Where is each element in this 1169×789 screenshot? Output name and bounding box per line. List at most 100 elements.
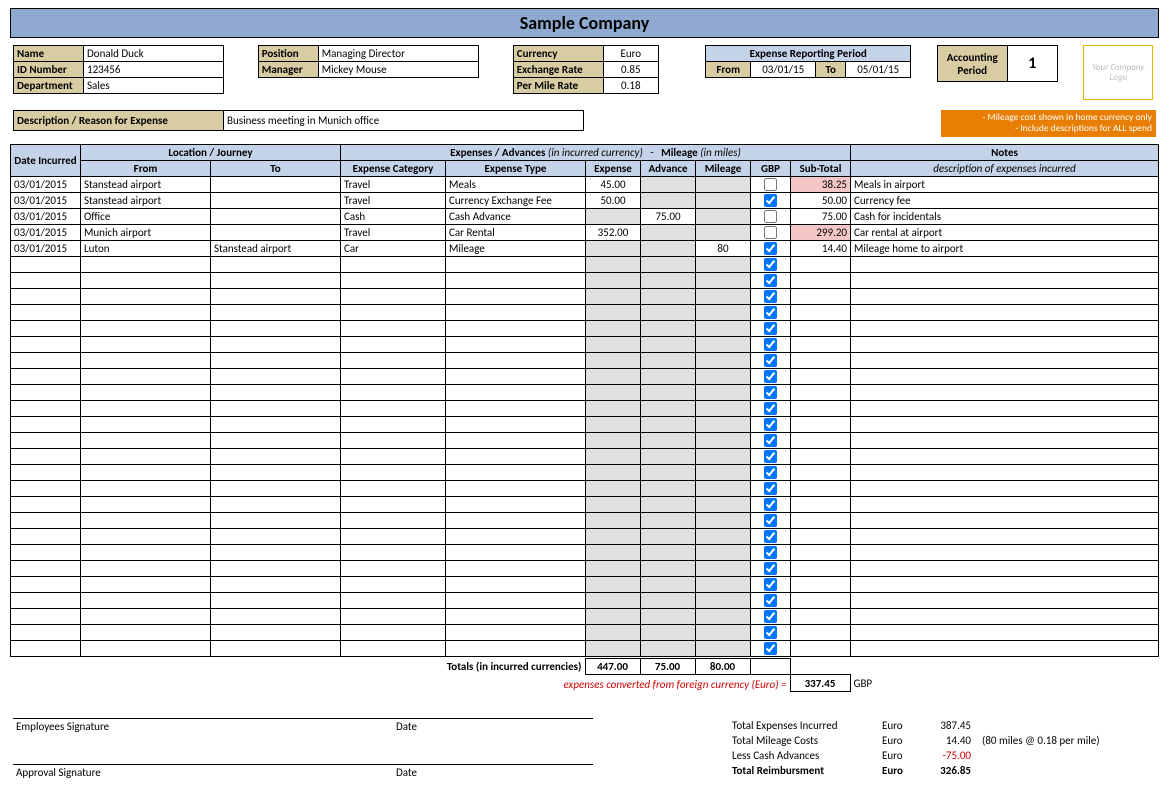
cell-mil[interactable] (696, 400, 751, 416)
cell-from[interactable] (81, 592, 211, 608)
gbp-checkbox[interactable] (764, 370, 777, 383)
gbp-checkbox[interactable] (764, 546, 777, 559)
cell-type[interactable]: Car Rental (446, 224, 586, 240)
cell-date[interactable] (11, 432, 81, 448)
cell-cat[interactable] (341, 416, 446, 432)
cell-date[interactable] (11, 256, 81, 272)
cell-exp[interactable]: 45.00 (586, 176, 641, 192)
cell-from[interactable]: Office (81, 208, 211, 224)
cell-date[interactable] (11, 512, 81, 528)
cell-from[interactable] (81, 528, 211, 544)
cell-type[interactable] (446, 480, 586, 496)
gbp-checkbox[interactable] (764, 338, 777, 351)
cell-adv[interactable] (641, 640, 696, 656)
cell-from[interactable] (81, 560, 211, 576)
cell-exp[interactable] (586, 640, 641, 656)
cell-exp[interactable] (586, 448, 641, 464)
cell-note[interactable] (851, 512, 1159, 528)
cell-type[interactable] (446, 576, 586, 592)
cell-exp[interactable] (586, 416, 641, 432)
cell-note[interactable] (851, 496, 1159, 512)
gbp-checkbox[interactable] (764, 306, 777, 319)
cell-type[interactable]: Mileage (446, 240, 586, 256)
gbp-checkbox[interactable] (764, 514, 777, 527)
cell-note[interactable] (851, 448, 1159, 464)
cell-type[interactable]: Meals (446, 176, 586, 192)
cell-mil[interactable] (696, 304, 751, 320)
cell-date[interactable] (11, 496, 81, 512)
cell-gbp[interactable] (751, 448, 791, 464)
cell-cat[interactable]: Cash (341, 208, 446, 224)
cell-date[interactable] (11, 400, 81, 416)
cell-note[interactable] (851, 608, 1159, 624)
cell-exp[interactable] (586, 256, 641, 272)
cell-from[interactable] (81, 288, 211, 304)
cell-exp[interactable] (586, 336, 641, 352)
cell-type[interactable] (446, 288, 586, 304)
cell-gbp[interactable] (751, 368, 791, 384)
cell-note[interactable] (851, 352, 1159, 368)
cell-exp[interactable] (586, 496, 641, 512)
cell-adv[interactable] (641, 592, 696, 608)
cell-type[interactable] (446, 496, 586, 512)
cell-cat[interactable] (341, 608, 446, 624)
cell-note[interactable] (851, 432, 1159, 448)
cell-date[interactable]: 03/01/2015 (11, 192, 81, 208)
cell-exp[interactable] (586, 400, 641, 416)
cell-mil[interactable] (696, 208, 751, 224)
manager-value[interactable]: Mickey Mouse (318, 62, 478, 78)
cell-exp[interactable] (586, 208, 641, 224)
gbp-checkbox[interactable] (764, 242, 777, 255)
cell-date[interactable] (11, 640, 81, 656)
cell-adv[interactable] (641, 544, 696, 560)
cell-from[interactable] (81, 384, 211, 400)
cell-gbp[interactable] (751, 640, 791, 656)
cell-from[interactable] (81, 320, 211, 336)
cell-adv[interactable] (641, 336, 696, 352)
cell-note[interactable]: Meals in airport (851, 176, 1159, 192)
cell-cat[interactable] (341, 528, 446, 544)
name-value[interactable]: Donald Duck (84, 46, 224, 62)
cell-date[interactable] (11, 272, 81, 288)
cell-cat[interactable] (341, 480, 446, 496)
cell-to[interactable] (211, 192, 341, 208)
cell-adv[interactable] (641, 272, 696, 288)
cell-cat[interactable] (341, 432, 446, 448)
gbp-checkbox[interactable] (764, 274, 777, 287)
cell-from[interactable] (81, 464, 211, 480)
cell-exp[interactable]: 352.00 (586, 224, 641, 240)
cell-mil[interactable] (696, 272, 751, 288)
cell-date[interactable] (11, 320, 81, 336)
cell-gbp[interactable] (751, 336, 791, 352)
cell-from[interactable] (81, 304, 211, 320)
cell-gbp[interactable] (751, 240, 791, 256)
cell-to[interactable] (211, 592, 341, 608)
mile-value[interactable]: 0.18 (603, 78, 658, 94)
cell-from[interactable] (81, 256, 211, 272)
cell-gbp[interactable] (751, 224, 791, 240)
cell-cat[interactable] (341, 496, 446, 512)
cell-note[interactable] (851, 256, 1159, 272)
cell-to[interactable] (211, 560, 341, 576)
cell-from[interactable] (81, 496, 211, 512)
gbp-checkbox[interactable] (764, 322, 777, 335)
gbp-checkbox[interactable] (764, 610, 777, 623)
cell-from[interactable] (81, 432, 211, 448)
cell-note[interactable] (851, 320, 1159, 336)
cell-gbp[interactable] (751, 352, 791, 368)
cell-adv[interactable]: 75.00 (641, 208, 696, 224)
cell-mil[interactable] (696, 448, 751, 464)
cell-to[interactable] (211, 352, 341, 368)
cell-exp[interactable] (586, 352, 641, 368)
cell-to[interactable] (211, 304, 341, 320)
cell-cat[interactable] (341, 640, 446, 656)
cell-from[interactable] (81, 448, 211, 464)
cell-mil[interactable]: 80 (696, 240, 751, 256)
cell-note[interactable] (851, 288, 1159, 304)
cell-exp[interactable] (586, 368, 641, 384)
cell-note[interactable]: Currency fee (851, 192, 1159, 208)
cell-from[interactable] (81, 352, 211, 368)
cell-from[interactable] (81, 512, 211, 528)
cell-type[interactable] (446, 528, 586, 544)
cell-date[interactable]: 03/01/2015 (11, 224, 81, 240)
